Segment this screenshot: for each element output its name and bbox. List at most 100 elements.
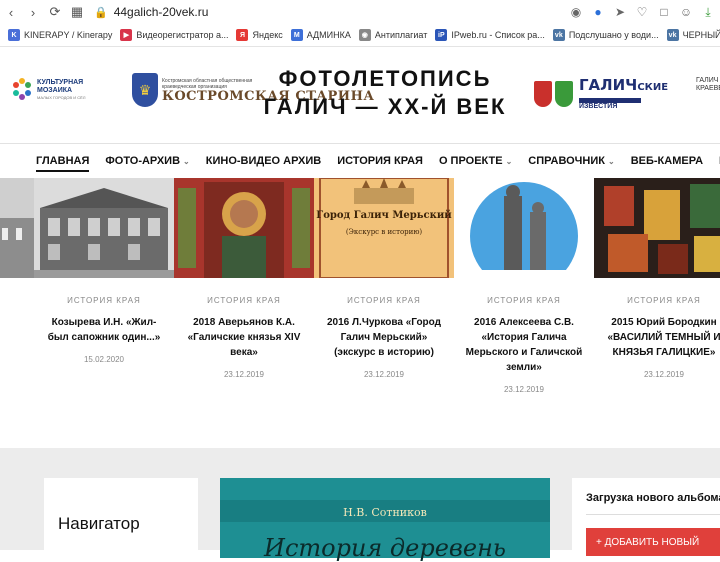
bookmark-favicon-icon: ◉ [358,29,371,41]
bookmark-favicon-icon: M [290,29,303,41]
nav-item[interactable]: ВЕБ-КАМЕРА [623,144,711,178]
article-card[interactable]: Город Галич Мерьский (Экскурс в историю)… [314,178,454,448]
nav-item[interactable]: ГЛАВНАЯ [28,144,97,178]
browser-toolbar: ‹ › ⟳ ▦ 🔒 44galich-20vek.ru ◉ ● ➤ ♡ □ ☺ … [0,0,720,25]
mosaic-logo-icon [10,77,34,101]
reload-icon[interactable]: ⟳ [44,1,66,23]
book-author: Н.В. Сотников [343,506,427,519]
article-title[interactable]: 2016 Алексеева С.В. «История Галича Мерь… [454,315,594,375]
crest-green-icon [555,80,573,107]
add-new-album-button[interactable]: + ДОБАВИТЬ НОВЫЙ [586,528,720,556]
bookmark-icon[interactable]: □ [654,2,674,22]
navigator-widget: Навигатор [44,478,198,558]
article-thumbnail [174,178,314,278]
article-card[interactable]: ИСТОРИЯ КРАЯ Козырева И.Н. «Жил-был сапо… [34,178,174,448]
coat-of-arms-icon: ♛ [132,73,158,107]
article-date: 23.12.2019 [223,370,265,379]
thumb-book-sub: (Экскурс в историю) [345,228,423,236]
bookmark-item[interactable]: Я Яндекс [236,29,283,41]
logo-izvestia-main: ГАЛИЧ [579,76,638,94]
navigator-title: Навигатор [58,514,140,533]
upload-divider [586,514,720,515]
forward-icon[interactable]: › [22,1,44,23]
logo-edge-partial[interactable]: ГАЛИЧ КРАЕВЕДЧ... [696,77,720,93]
send-icon[interactable]: ➤ [610,2,630,22]
logo-cultural-mosaic[interactable]: КУЛЬТУРНАЯ МОЗАИКА МАЛЫХ ГОРОДОВ И СЁЛ [10,77,107,101]
article-title[interactable]: 2016 Л.Чуркова «Город Галич Мерьский» (э… [314,315,454,360]
article-category[interactable]: ИСТОРИЯ КРАЯ [594,296,720,305]
nav-item[interactable]: О ПРОЕКТЕ ⌄ [431,144,520,178]
book-title: История деревень [264,534,506,562]
nav-item[interactable]: ИСТОРИЯ КРАЯ [329,144,431,178]
nav-item[interactable]: ФОТО-АРХИВ ⌄ [97,144,197,178]
nav-item-label: ВЕБ-КАМЕРА [630,155,704,167]
nav-item-label: ГЛАВНАЯ [36,155,90,167]
article-date: 15.02.2020 [83,355,125,364]
heart-icon[interactable]: ♡ [632,2,652,22]
address-bar[interactable]: 🔒 44galich-20vek.ru [94,5,208,19]
main-nav: ГЛАВНАЯ ФОТО-АРХИВ ⌄ КИНО-ВИДЕО АРХИВ ИСТОРИ… [0,143,720,179]
avatar-icon[interactable]: ☺ [676,2,696,22]
camera-icon[interactable]: ◉ [566,2,586,22]
article-title[interactable]: Козырева И.Н. «Жил-был сапожник один...» [34,315,174,345]
nav-item-label: О ПРОЕКТЕ [438,155,503,167]
article-category[interactable]: ИСТОРИЯ КРАЯ [454,296,594,305]
bookmark-label: Подслушано у води... [568,30,659,40]
shield-icon[interactable]: ● [588,2,608,22]
upload-album-widget: Загрузка нового альбома + ДОБАВИТЬ НОВЫЙ [572,478,720,558]
nav-item[interactable]: РЕГИСТРАЦИЯ [711,144,720,178]
site-header: КУЛЬТУРНАЯ МОЗАИКА МАЛЫХ ГОРОДОВ И СЁЛ ♛… [0,47,720,143]
nav-item-label: СПРАВОЧНИК [528,155,605,167]
bookmark-item[interactable]: vkЧЕРНЫЙ СПИСОК | Я... [666,29,720,41]
bookmark-label: Видеорегистратор а... [136,30,229,40]
article-title[interactable]: 2018 Аверьянов К.А. «Галичские князья XI… [174,315,314,360]
bookmark-item[interactable]: ◉ Антиплагиат [358,29,427,41]
crest-red-icon [534,80,552,107]
bookmark-favicon-icon: K [8,29,20,41]
article-category[interactable]: ИСТОРИЯ КРАЯ [174,296,314,305]
logo-izvestia-suffix: СКИЕ [637,82,669,93]
nav-item[interactable]: КИНО-ВИДЕО АРХИВ [198,144,329,178]
bookmark-item[interactable]: iP IPweb.ru - Список ра... [435,29,545,41]
nav-item[interactable]: СПРАВОЧНИК ⌄ [520,144,622,178]
logo-culture-line1: КУЛЬТУРНАЯ [37,78,84,86]
site-title[interactable]: ФОТОЛЕТОПИСЬ ГАЛИЧ — XX-Й ВЕК [250,65,520,121]
nav-item-label: ИСТОРИЯ КРАЯ [337,155,423,167]
bookmark-favicon-icon: vk [666,29,679,41]
site-title-line2: ГАЛИЧ — XX-Й ВЕК [263,94,507,119]
bookmark-favicon-icon: vk [552,29,565,41]
article-thumbnail [0,178,34,278]
bookmark-item[interactable]: vk Подслушано у води... [552,29,659,41]
bookmark-favicon-icon: iP [435,29,448,41]
articles-carousel: ИСТОРИЯ КРАЯ Козырева И.Н. «Жил-был сапо… [0,178,720,448]
download-icon[interactable]: ⤓ [698,2,718,22]
bookmark-item[interactable]: ▶ Видеорегистратор а... [120,29,228,41]
site-title-line1: ФОТОЛЕТОПИСЬ [278,66,492,91]
chevron-down-icon: ⌄ [183,156,190,166]
article-title[interactable]: 2015 Юрий Бородкин «ВАСИЛИЙ ТЕМНЫЙ И КНЯ… [594,315,720,360]
tabs-grid-icon[interactable]: ▦ [66,1,88,23]
lock-icon: 🔒 [94,6,108,19]
article-category[interactable]: ИСТОРИЯ КРАЯ [34,296,174,305]
bookmark-item[interactable]: K KINERAPY / Kinerapy [8,29,112,41]
book-banner[interactable]: Н.В. Сотников История деревень [220,478,550,562]
article-card[interactable]: ИСТОРИЯ КРАЯ 2015 Юрий Бородкин «ВАСИЛИЙ… [594,178,720,448]
article-category[interactable]: ИСТОРИЯ КРАЯ [314,296,454,305]
nav-item-label: ФОТО-АРХИВ [105,155,181,167]
bookmark-item[interactable]: M АДМИНКА [290,29,351,41]
logo-culture-sub: МАЛЫХ ГОРОДОВ И СЁЛ [37,94,86,100]
bookmark-favicon-icon: ▶ [120,29,133,41]
article-card-partial[interactable] [0,178,34,448]
logo-izvestia-suffix2: ИЗВЕСТИЯ [579,103,618,110]
logo-starina-sub: Костромская областная общественная краев… [162,77,253,90]
back-icon[interactable]: ‹ [0,1,22,23]
article-thumbnail: Город Галич Мерьский (Экскурс в историю) [314,178,454,278]
thumb-book-title: Город Галич Мерьский [316,210,452,221]
article-card[interactable]: ИСТОРИЯ КРАЯ 2016 Алексеева С.В. «Истори… [454,178,594,448]
logo-galich-izvestia[interactable]: ГАЛИЧСКИЕ ИЗВЕСТИЯ [534,77,668,110]
bookmark-label: ЧЕРНЫЙ СПИСОК | Я... [682,30,720,40]
article-thumbnail [454,178,594,278]
article-date: 23.12.2019 [503,385,545,394]
article-card[interactable]: ИСТОРИЯ КРАЯ 2018 Аверьянов К.А. «Галичс… [174,178,314,448]
bookmark-label: Яндекс [252,30,283,40]
